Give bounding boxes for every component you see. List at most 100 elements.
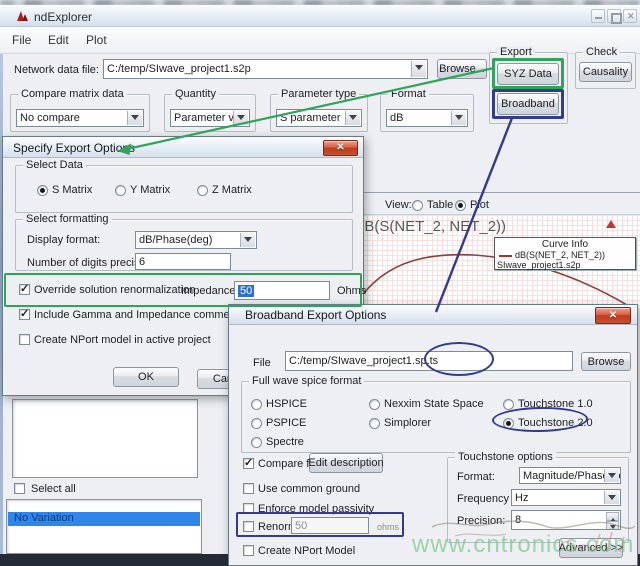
minimize-button[interactable] [591, 9, 605, 23]
window-title: ndExplorer [34, 10, 92, 24]
create-nport-active-label: Create NPort model in active project [34, 334, 211, 346]
touchstone10-radio[interactable] [503, 399, 514, 410]
pspice-radio[interactable] [251, 418, 262, 429]
quantity-combobox[interactable]: Parameter values [170, 109, 250, 127]
touchstone-options-label: Touchstone options [455, 451, 556, 463]
menu-file[interactable]: File [12, 33, 31, 47]
compare-fit-checkbox[interactable] [243, 458, 254, 469]
variation-listbox[interactable]: No Variation [6, 499, 202, 554]
view-table-label: Table [427, 199, 453, 211]
parameter-type-value: S parameter [280, 112, 341, 124]
app-icon [16, 9, 29, 22]
dropdown-arrow-icon[interactable] [451, 111, 466, 125]
view-label: View: [385, 199, 412, 211]
spectre-radio[interactable] [251, 437, 262, 448]
display-format-value: dB/Phase(deg) [139, 234, 212, 246]
spin-down-icon[interactable] [606, 521, 619, 530]
main-titlebar: ndExplorer [0, 5, 640, 27]
create-nport-active-checkbox[interactable] [19, 334, 30, 345]
view-plot-radio[interactable] [455, 200, 466, 211]
simplorer-label: Simplorer [384, 417, 431, 429]
menu-plot[interactable]: Plot [86, 33, 107, 47]
parameter-type-combobox[interactable]: S parameter [276, 109, 362, 127]
gamma-comments-checkbox[interactable] [19, 309, 30, 320]
select-all-checkbox[interactable] [14, 483, 25, 494]
close-button[interactable] [623, 9, 637, 23]
impedance-value: 50 [238, 285, 254, 297]
format-label: Format [388, 88, 429, 100]
dropdown-arrow-icon[interactable] [240, 233, 255, 247]
broadband-dialog-titlebar[interactable]: Broadband Export Options [229, 305, 637, 325]
alert-triangle-icon[interactable] [606, 220, 616, 228]
list-item-no-variation[interactable]: No Variation [8, 512, 200, 526]
digits-precision-input[interactable]: 6 [135, 253, 231, 270]
renormalize-checkbox[interactable] [243, 521, 254, 532]
pspice-label: PSPICE [266, 417, 306, 429]
menu-edit[interactable]: Edit [48, 33, 69, 47]
frequency-units-combobox[interactable]: Hz [511, 489, 621, 506]
compare-matrix-combobox[interactable]: No compare [16, 109, 144, 127]
s-matrix-radio[interactable] [37, 185, 48, 196]
dropdown-arrow-icon[interactable] [233, 111, 248, 125]
hspice-radio[interactable] [251, 399, 262, 410]
override-renormalization-checkbox[interactable] [19, 284, 30, 295]
compare-matrix-value: No compare [20, 112, 80, 124]
port-listbox[interactable] [12, 399, 198, 478]
nexxim-radio[interactable] [369, 399, 380, 410]
view-table-radio[interactable] [412, 200, 423, 211]
close-icon[interactable] [323, 140, 358, 156]
network-file-combobox[interactable]: C:/temp/SIwave_project1.s2p [103, 59, 428, 79]
digits-precision-value: 6 [139, 256, 145, 268]
select-formatting-label: Select formatting [23, 213, 112, 225]
browse-main-button[interactable]: Browse... [437, 59, 487, 79]
curve-swatch-icon [499, 255, 512, 257]
common-ground-checkbox[interactable] [243, 483, 254, 494]
dropdown-arrow-icon[interactable] [411, 61, 426, 77]
passivity-checkbox[interactable] [243, 503, 254, 514]
syz-data-button[interactable]: SYZ Data [497, 63, 559, 85]
dropdown-arrow-icon[interactable] [604, 491, 619, 504]
edit-description-button[interactable]: Edit description [309, 453, 383, 473]
passivity-label: Enforce model passivity [258, 503, 374, 515]
network-file-label: Network data file: [14, 64, 99, 76]
simplorer-radio[interactable] [369, 418, 380, 429]
select-data-label: Select Data [23, 159, 86, 171]
format-combobox[interactable]: dB [386, 109, 468, 127]
touchstone10-label: Touchstone 1.0 [518, 398, 593, 410]
spin-up-icon[interactable] [606, 512, 619, 521]
file-input[interactable]: C:/temp/SIwave_project1.sp.ts [285, 351, 573, 371]
causality-button[interactable]: Causality [579, 62, 632, 82]
touchstone20-radio[interactable] [503, 418, 514, 429]
divider [362, 192, 640, 193]
legend-curve-label: dB(S(NET_2, NET_2)) [515, 250, 605, 260]
dropdown-arrow-icon[interactable] [345, 111, 360, 125]
display-format-combobox[interactable]: dB/Phase(deg) [135, 231, 257, 249]
y-matrix-radio[interactable] [115, 185, 126, 196]
ts-precision-label: Precision: [457, 515, 505, 527]
ts-format-label: Format: [457, 471, 495, 483]
ohms-label: Ohms [337, 285, 366, 297]
menubar: File Edit Plot [0, 27, 640, 54]
z-matrix-radio[interactable] [197, 185, 208, 196]
y-matrix-label: Y Matrix [130, 184, 170, 196]
format-value: dB [390, 112, 403, 124]
renormalize-value: 50 [295, 520, 307, 532]
ts-format-combobox[interactable]: Magnitude/Phase(deg) [519, 467, 621, 484]
browse-broadband-button[interactable]: Browse [581, 352, 631, 371]
close-icon[interactable] [595, 307, 631, 324]
dropdown-arrow-icon[interactable] [604, 469, 619, 482]
common-ground-label: Use common ground [258, 483, 360, 495]
renormalize-input[interactable]: 50 [291, 517, 369, 534]
dropdown-arrow-icon[interactable] [127, 111, 142, 125]
maximize-button[interactable] [607, 9, 621, 23]
ok-button[interactable]: OK [113, 367, 179, 387]
create-nport-model-checkbox[interactable] [243, 545, 254, 556]
specify-dialog-titlebar[interactable]: Specify Export Options [3, 137, 363, 158]
select-all-label: Select all [31, 483, 76, 495]
gamma-comments-label: Include Gamma and Impedance comments [34, 309, 244, 321]
impedance-input[interactable]: 50 [234, 281, 330, 300]
ts-precision-input[interactable]: 8 [511, 510, 621, 530]
parameter-type-label: Parameter type [278, 88, 359, 100]
z-matrix-label: Z Matrix [212, 184, 252, 196]
broadband-button[interactable]: Broadband [497, 93, 559, 115]
